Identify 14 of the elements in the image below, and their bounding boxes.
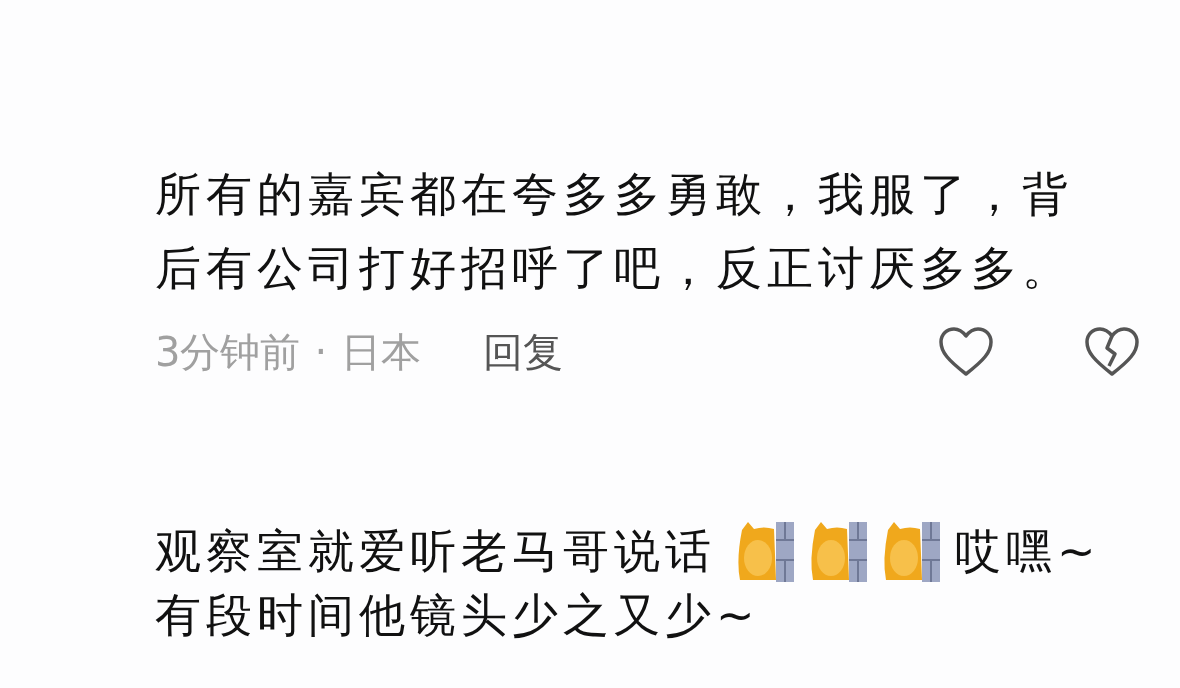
comment-text: 哎嘿~ bbox=[955, 523, 1101, 580]
comment-text: 有段时间他镜头少之又少~ bbox=[155, 587, 760, 644]
comment-location: 日本 bbox=[341, 327, 422, 377]
comment-text: 所有的嘉宾都在夸多多勇敢，我服了，背 bbox=[155, 166, 1073, 223]
comment-text: 观察室就爱听老马哥说话 bbox=[155, 523, 716, 580]
animal-wall-icon bbox=[882, 520, 942, 584]
animal-wall-icon bbox=[809, 520, 869, 584]
comment-time: 3分钟前 bbox=[155, 327, 301, 377]
comment-text: 后有公司打好招呼了吧，反正讨厌多多。 bbox=[155, 240, 1073, 297]
heart-icon[interactable] bbox=[938, 326, 994, 378]
broken-heart-icon[interactable] bbox=[1084, 326, 1140, 378]
animal-wall-icon bbox=[736, 520, 796, 584]
separator-dot: · bbox=[314, 329, 328, 375]
reply-link[interactable]: 回复 bbox=[483, 324, 564, 380]
